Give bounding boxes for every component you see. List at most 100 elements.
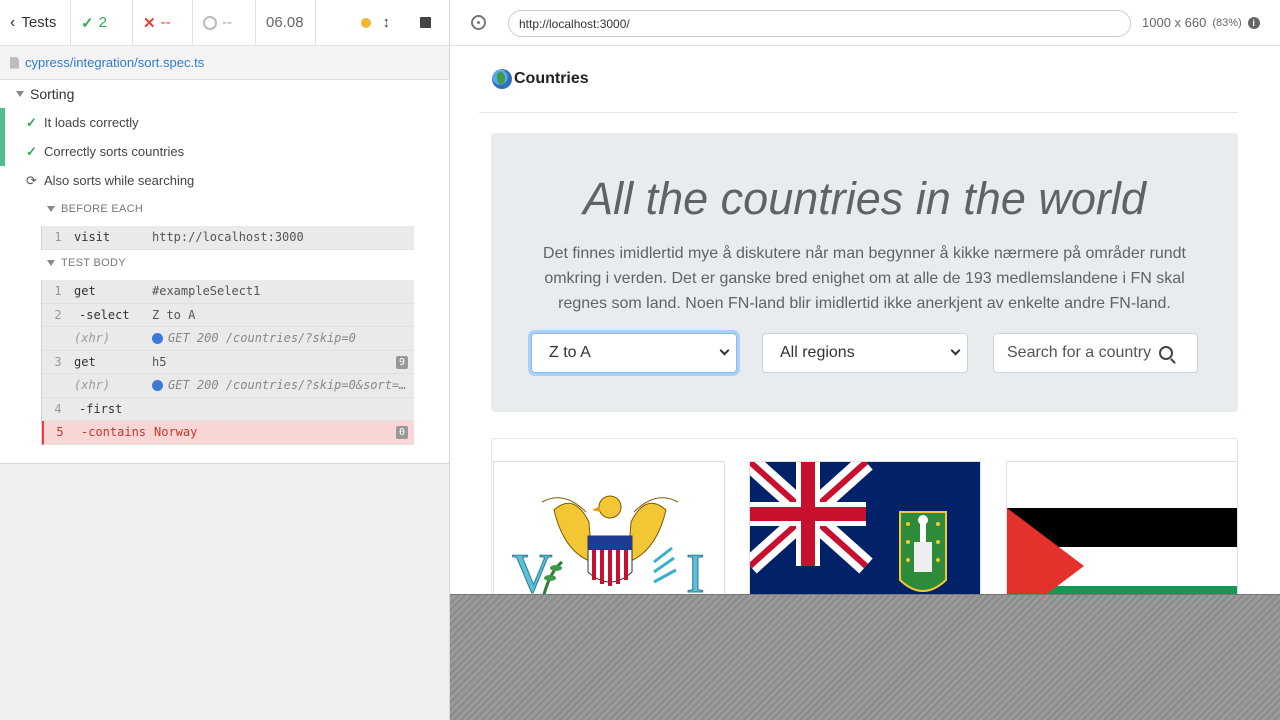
tests-back-button[interactable]: ‹ Tests bbox=[0, 0, 71, 45]
viewport-overflow-area bbox=[450, 594, 1280, 720]
command-message: http://localhost:3000 bbox=[152, 230, 304, 245]
hook-test-body[interactable]: TEST BODY bbox=[47, 257, 126, 269]
command-row[interactable]: 1 visit http://localhost:3000 bbox=[42, 226, 414, 250]
command-row[interactable]: 4 -first bbox=[42, 398, 414, 421]
sort-select[interactable]: Z to A bbox=[531, 333, 737, 373]
jumbotron: All the countries in the world Det finne… bbox=[491, 133, 1238, 412]
suite-sorting[interactable]: Sorting bbox=[16, 86, 74, 102]
failed-stat[interactable]: ✕ -- bbox=[133, 0, 193, 45]
test-body-commands: 1 get #exampleSelect1 2 -select Z to A (… bbox=[41, 280, 414, 445]
test-item[interactable]: ⟳ Also sorts while searching bbox=[0, 166, 449, 195]
region-select[interactable]: All regions bbox=[762, 333, 968, 373]
region-select-value: All regions bbox=[780, 344, 855, 361]
country-grid: V I bbox=[491, 438, 1238, 594]
check-icon: ✓ bbox=[26, 143, 37, 159]
url-field[interactable]: http://localhost:3000/ bbox=[508, 10, 1131, 37]
spec-path-link[interactable]: cypress/integration/sort.spec.ts bbox=[25, 55, 204, 70]
selector-playground-icon[interactable] bbox=[471, 15, 486, 30]
brand-text: Countries bbox=[514, 70, 589, 87]
command-row[interactable]: (xhr) GET 200 /countries/?skip=0 bbox=[42, 327, 414, 351]
flag-image: V I bbox=[494, 462, 724, 594]
failed-count: -- bbox=[160, 14, 171, 31]
test-title: Correctly sorts countries bbox=[44, 144, 185, 159]
caret-down-icon bbox=[47, 206, 55, 212]
runnables-list: Sorting ✓ It loads correctly ✓ Correctly… bbox=[0, 80, 449, 464]
test-item[interactable]: ✓ Correctly sorts countries bbox=[0, 137, 449, 166]
caret-down-icon bbox=[16, 91, 24, 97]
command-row[interactable]: 2 -select Z to A bbox=[42, 304, 414, 327]
country-card[interactable] bbox=[1006, 461, 1238, 594]
tests-label: Tests bbox=[21, 14, 57, 31]
suite-title: Sorting bbox=[30, 86, 75, 102]
xhr-status-icon bbox=[152, 332, 163, 344]
check-icon: ✓ bbox=[26, 114, 37, 130]
pending-stat[interactable]: -- bbox=[193, 0, 256, 45]
command-number: 4 bbox=[54, 401, 62, 416]
search-icon bbox=[1159, 346, 1174, 360]
reporter-controls: ↕ bbox=[316, 0, 449, 45]
command-message: h5 bbox=[152, 354, 167, 369]
command-row[interactable]: 1 get #exampleSelect1 bbox=[42, 280, 414, 304]
x-icon: ✕ bbox=[143, 14, 156, 32]
spec-file-bar: cypress/integration/sort.spec.ts bbox=[0, 46, 449, 80]
country-card[interactable] bbox=[749, 461, 981, 594]
app-under-test: http://localhost:3000/ 1000 x 660 (83%) … bbox=[450, 0, 1280, 720]
element-count-badge: 9 bbox=[395, 355, 408, 369]
country-search-input[interactable]: Search for a country bbox=[993, 333, 1198, 373]
info-icon[interactable]: i bbox=[1247, 16, 1260, 29]
flag-image bbox=[750, 462, 980, 594]
command-row[interactable]: 3 get h5 9 bbox=[42, 351, 414, 374]
globe-icon bbox=[492, 69, 512, 89]
command-row[interactable]: (xhr) GET 200 /countries/?skip=0&sort=… bbox=[42, 374, 414, 398]
navbar-brand[interactable]: Countries bbox=[492, 69, 589, 89]
passed-stat[interactable]: ✓ 2 bbox=[71, 0, 133, 45]
command-name: -select bbox=[79, 307, 130, 322]
command-number: 3 bbox=[54, 354, 62, 369]
test-title: It loads correctly bbox=[44, 115, 139, 130]
command-name: (xhr) bbox=[74, 378, 111, 393]
before-each-commands: 1 visit http://localhost:3000 bbox=[41, 226, 414, 250]
aut-iframe: Countries All the countries in the world… bbox=[450, 46, 1280, 594]
hook-label: BEFORE EACH bbox=[61, 203, 144, 215]
command-row-failed[interactable]: 5 -contains Norway 0 bbox=[42, 421, 414, 445]
divider bbox=[479, 112, 1238, 113]
test-title: Also sorts while searching bbox=[44, 173, 195, 188]
command-message: GET 200 /countries/?skip=0 bbox=[152, 331, 414, 345]
duration-stat: 06.08 bbox=[256, 0, 316, 45]
sort-select-value: Z to A bbox=[549, 344, 591, 361]
stop-icon[interactable] bbox=[420, 17, 431, 28]
lead-paragraph: Det finnes imidlertid mye å diskutere nå… bbox=[543, 245, 1186, 312]
refresh-icon: ⟳ bbox=[26, 172, 37, 188]
cypress-reporter: ‹ Tests ✓ 2 ✕ -- -- 06.08 ↕ cypress/inte… bbox=[0, 0, 450, 720]
viewport-size: 1000 x 660 bbox=[1142, 15, 1207, 30]
command-name: get bbox=[74, 284, 96, 299]
command-number: 1 bbox=[54, 284, 62, 299]
chevron-down-icon bbox=[950, 345, 961, 356]
command-name: get bbox=[74, 354, 96, 369]
command-message: GET 200 /countries/?skip=0&sort=… bbox=[152, 378, 414, 392]
hook-label: TEST BODY bbox=[61, 257, 126, 269]
running-indicator-icon bbox=[360, 17, 371, 28]
file-icon bbox=[10, 56, 19, 69]
command-name: -first bbox=[79, 401, 123, 416]
command-name: -contains bbox=[81, 425, 147, 440]
command-name: (xhr) bbox=[74, 331, 111, 346]
country-card[interactable]: V I bbox=[493, 461, 725, 594]
hook-before-each[interactable]: BEFORE EACH bbox=[47, 203, 143, 215]
command-number: 5 bbox=[56, 425, 64, 440]
element-count-badge: 0 bbox=[395, 426, 408, 439]
command-number: 2 bbox=[54, 307, 62, 322]
xhr-status-icon bbox=[152, 379, 163, 391]
aut-header: http://localhost:3000/ 1000 x 660 (83%) … bbox=[450, 0, 1280, 46]
command-message: #exampleSelect1 bbox=[152, 284, 261, 299]
viewport-scale: (83%) bbox=[1212, 16, 1242, 29]
duration-value: 06.08 bbox=[266, 14, 304, 31]
passed-count: 2 bbox=[98, 14, 107, 31]
test-item[interactable]: ✓ It loads correctly bbox=[0, 108, 449, 137]
check-icon: ✓ bbox=[81, 14, 94, 32]
page-heading: All the countries in the world bbox=[583, 173, 1146, 224]
auto-scroll-icon[interactable]: ↕ bbox=[383, 14, 391, 31]
svg-text:I: I bbox=[686, 543, 705, 594]
pending-icon bbox=[203, 15, 217, 30]
xhr-message: GET 200 /countries/?skip=0 bbox=[168, 331, 356, 346]
